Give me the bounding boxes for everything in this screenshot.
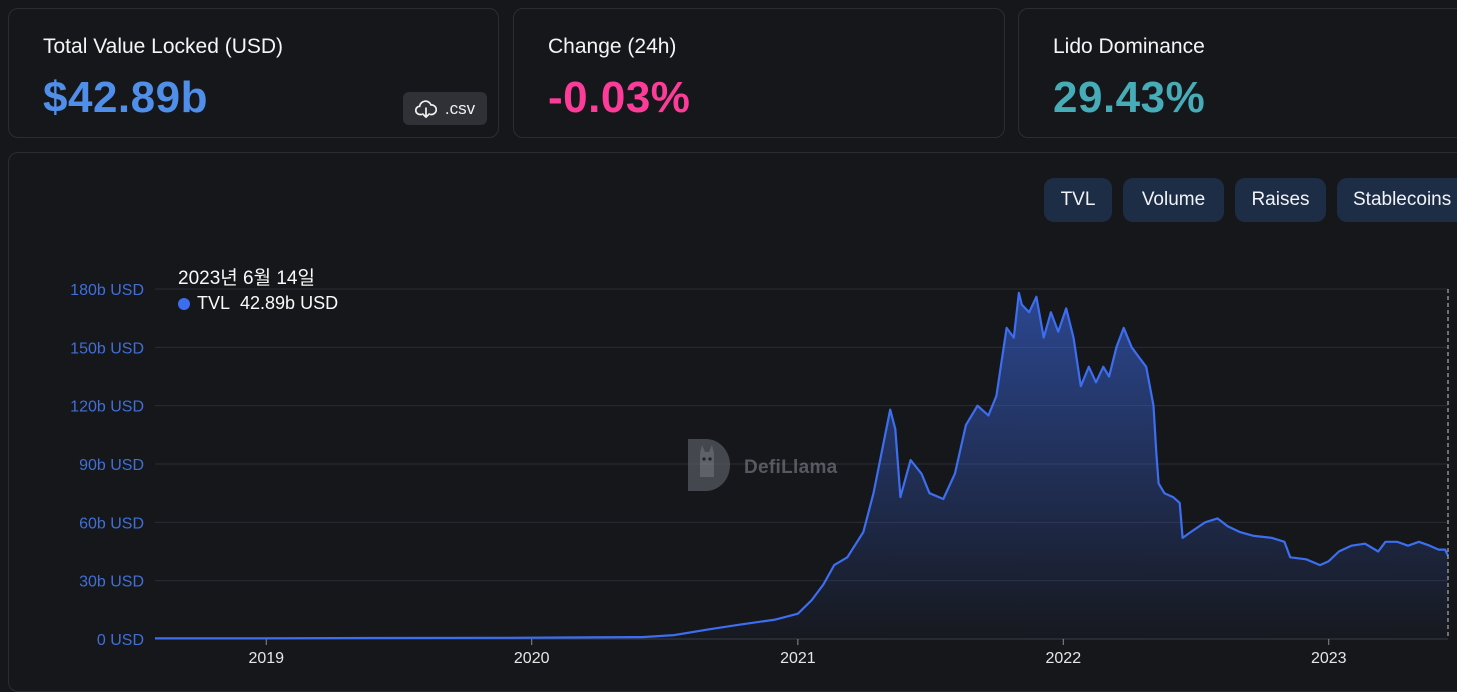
x-tick-label: 2020 <box>514 650 550 667</box>
tooltip-series-name: TVL <box>197 293 231 313</box>
tvl-chart[interactable]: 0 USD 30b USD 60b USD 90b USD 120b USD 150b U… <box>0 0 1457 673</box>
tooltip-date: 2023년 6월 14일 <box>178 268 315 289</box>
tooltip-value: 42.89b USD <box>240 293 339 313</box>
x-tick-label: 2022 <box>1046 650 1082 667</box>
chart-tooltip: 2023년 6월 14일 TVL 42.89b USD <box>172 260 362 320</box>
y-tick-label: 60b USD <box>79 515 144 532</box>
x-tick-label: 2023 <box>1311 650 1347 667</box>
y-tick-label: 120b USD <box>70 399 144 416</box>
y-tick-label: 30b USD <box>79 574 144 591</box>
llama-logo-icon <box>686 437 736 498</box>
y-tick-label: 90b USD <box>79 457 144 474</box>
x-tick-label: 2021 <box>780 650 816 667</box>
x-tick-label: 2019 <box>248 650 284 667</box>
tooltip-series-dot <box>178 297 190 310</box>
y-tick-label: 150b USD <box>70 340 144 357</box>
watermark-text: DefiLlama <box>744 456 838 478</box>
y-tick-label: 0 USD <box>97 632 144 649</box>
defillama-watermark: DefiLlama <box>686 437 838 498</box>
y-tick-label: 180b USD <box>70 282 144 299</box>
